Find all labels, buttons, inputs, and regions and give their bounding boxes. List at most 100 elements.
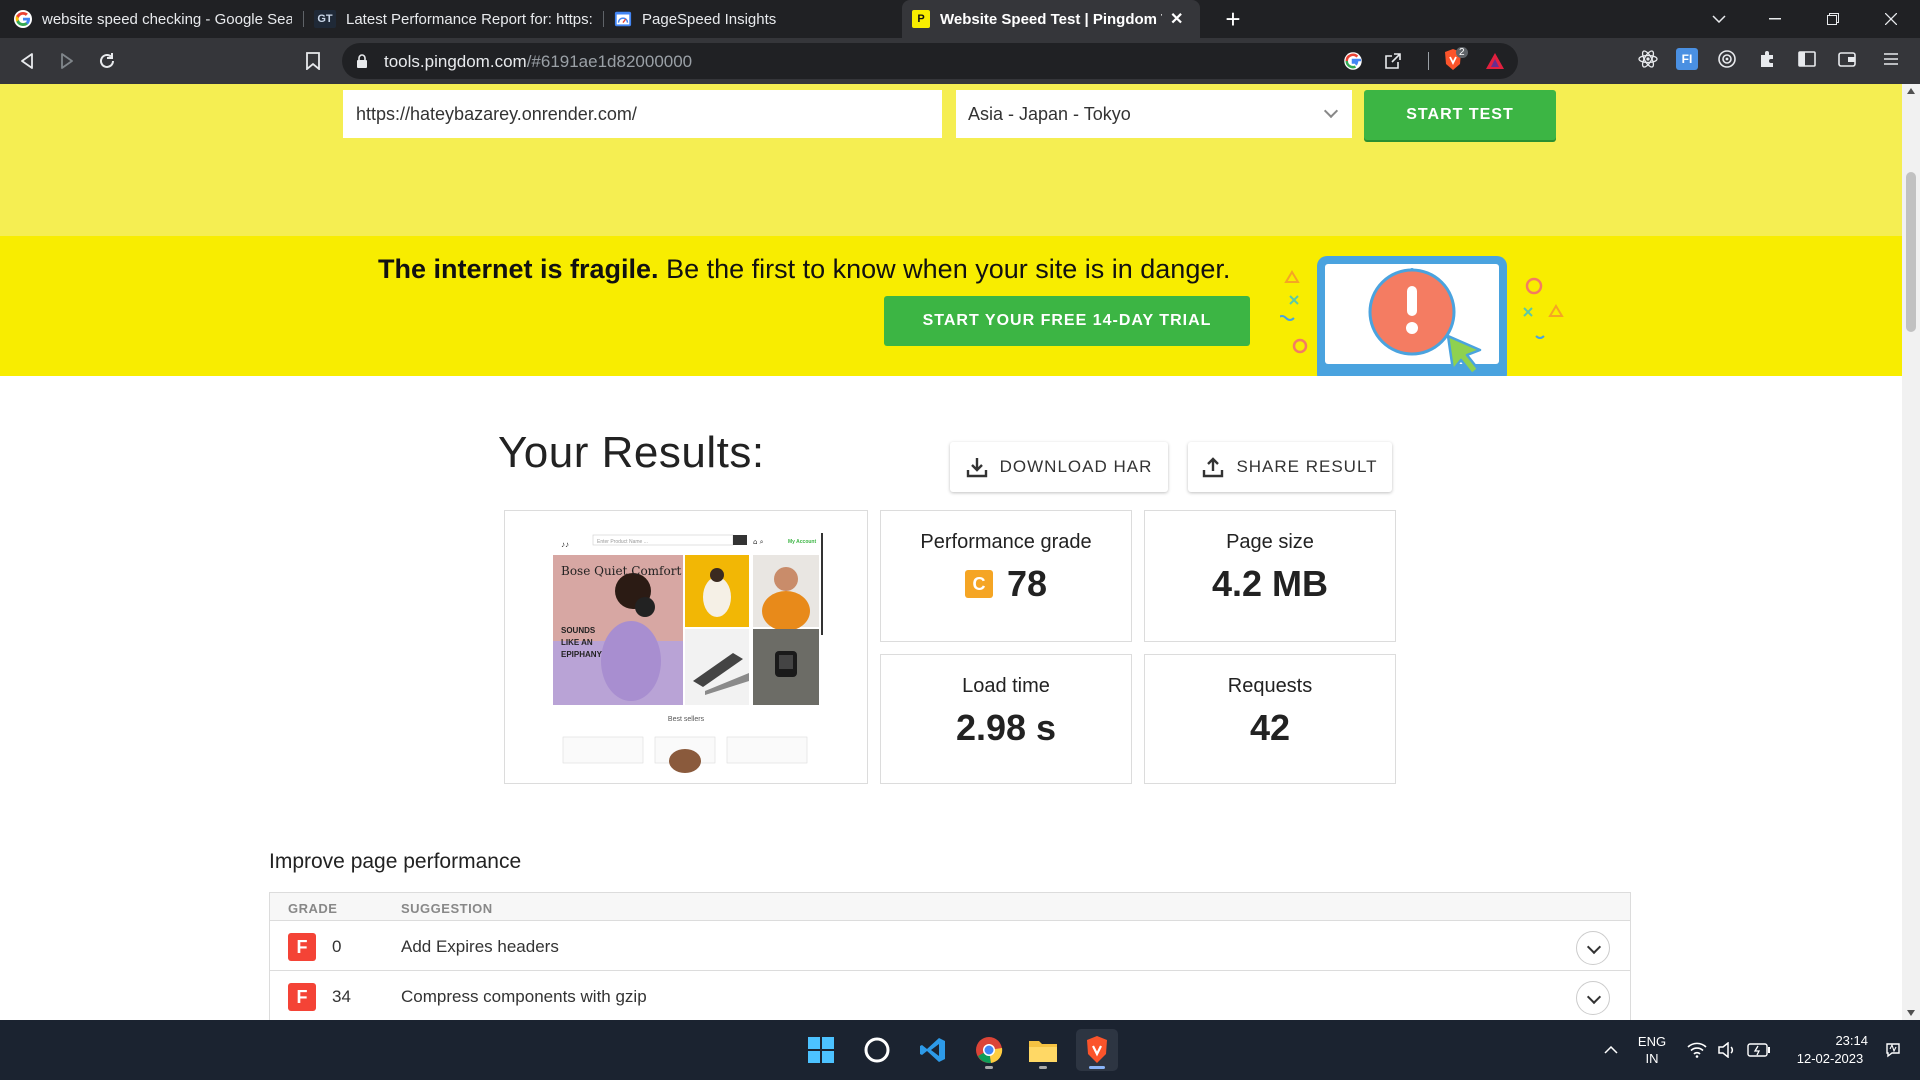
table-row[interactable]: F 34 Compress components with gzip: [270, 971, 1630, 1020]
brave-browser-icon[interactable]: [1076, 1029, 1118, 1071]
google-lens-icon[interactable]: [1342, 50, 1364, 72]
performance-grade-value: C 78: [881, 563, 1131, 605]
thumb-best-sellers: Best sellers: [668, 716, 705, 723]
clock[interactable]: 23:14 12-02-2023: [1784, 1020, 1876, 1080]
pagespeed-icon: [614, 10, 632, 28]
brave-shields-icon[interactable]: 2: [1442, 47, 1468, 71]
cortana-icon[interactable]: [856, 1029, 898, 1071]
menu-icon[interactable]: [1880, 48, 1902, 70]
tab-pagespeed[interactable]: PageSpeed Insights: [604, 0, 902, 38]
tab-gtmetrix[interactable]: GT Latest Performance Report for: https:…: [304, 0, 602, 38]
upload-icon: [1203, 457, 1224, 478]
table-header: GRADE SUGGESTION: [270, 893, 1630, 921]
download-har-button[interactable]: DOWNLOAD HAR: [950, 442, 1168, 492]
language-indicator[interactable]: ENG IN: [1630, 1020, 1674, 1080]
omnibox-divider: [1428, 52, 1429, 70]
chevron-down-icon: [1323, 103, 1339, 119]
reload-button[interactable]: [92, 46, 122, 76]
row-score: 0: [332, 937, 342, 956]
test-location-select[interactable]: Asia - Japan - Tokyo: [956, 90, 1352, 138]
free-trial-button[interactable]: START YOUR FREE 14-DAY TRIAL: [884, 296, 1250, 346]
clock-time: 23:14: [1835, 1033, 1868, 1048]
performance-grade-label: Performance grade: [920, 531, 1092, 553]
thumb-hero-title: Bose Quiet Comfort: [561, 564, 681, 578]
tab-title: website speed checking - Google Sear: [42, 10, 292, 28]
back-button[interactable]: [12, 46, 42, 76]
language-code: ENG: [1637, 1034, 1667, 1049]
promo-text: The internet is fragile. Be the first to…: [378, 254, 1230, 285]
load-time-label: Load time: [962, 675, 1050, 697]
shields-count-badge: 2: [1456, 47, 1468, 58]
promo-bold-text: The internet is fragile.: [378, 254, 659, 284]
extensions-puzzle-icon[interactable]: [1756, 48, 1778, 70]
address-bar[interactable]: tools.pingdom.com/#6191ae1d82000000 2: [342, 43, 1518, 79]
screen: website speed checking - Google Sear GT …: [0, 0, 1920, 1080]
page-screenshot-card: ♪♪ Enter Product Name ... ⌂ ⌕ My Account…: [504, 510, 868, 784]
bookmark-icon[interactable]: [298, 46, 328, 76]
volume-icon[interactable]: [1714, 1020, 1740, 1080]
vscode-icon[interactable]: [912, 1029, 954, 1071]
load-time-value: 2.98 s: [955, 707, 1057, 748]
close-tab-icon[interactable]: ✕: [1170, 9, 1183, 29]
restore-button[interactable]: [1810, 0, 1856, 38]
windows-taskbar: ENG IN 23:14 12-02-2023: [0, 1020, 1920, 1080]
table-row[interactable]: F 0 Add Expires headers: [270, 921, 1630, 971]
expand-chevron-icon[interactable]: [1576, 981, 1610, 1015]
target-extension-icon[interactable]: [1716, 48, 1738, 70]
scroll-up-arrow-icon[interactable]: [1907, 88, 1915, 94]
file-explorer-icon[interactable]: [1022, 1029, 1064, 1071]
active-indicator: [1089, 1066, 1105, 1069]
brave-rewards-icon[interactable]: [1484, 50, 1506, 72]
results-heading: Your Results:: [498, 428, 765, 477]
wallet-icon[interactable]: [1836, 48, 1858, 70]
start-menu-icon[interactable]: [800, 1029, 842, 1071]
svg-text:⌂ ⌕: ⌂ ⌕: [753, 538, 764, 546]
performance-grade-card: Performance grade C 78: [880, 510, 1132, 642]
scroll-down-arrow-icon[interactable]: [1907, 1010, 1915, 1016]
minimize-button[interactable]: [1752, 0, 1798, 38]
tab-title: Latest Performance Report for: https://: [346, 10, 592, 28]
close-window-button[interactable]: [1868, 0, 1914, 38]
sidebar-icon[interactable]: [1796, 48, 1818, 70]
row-grade-badge: F: [288, 983, 316, 1011]
new-tab-button[interactable]: +: [1218, 4, 1248, 34]
share-result-button[interactable]: SHARE RESULT: [1188, 442, 1392, 492]
start-test-button[interactable]: START TEST: [1364, 90, 1556, 140]
region-code: IN: [1645, 1051, 1659, 1066]
promo-rest-text: Be the first to know when your site is i…: [658, 254, 1231, 284]
suggestion-column-header: SUGGESTION: [401, 901, 493, 916]
lock-icon: [357, 54, 367, 68]
forward-button[interactable]: [52, 46, 82, 76]
extension-fi-icon[interactable]: FI: [1676, 48, 1698, 70]
speed-test-form: Asia - Japan - Tokyo START TEST: [0, 84, 1902, 236]
share-icon[interactable]: [1382, 50, 1404, 72]
expand-chevron-icon[interactable]: [1576, 931, 1610, 965]
requests-value: 42: [1249, 707, 1291, 748]
download-har-label: DOWNLOAD HAR: [999, 457, 1153, 476]
browser-tab-strip: website speed checking - Google Sear GT …: [0, 0, 1920, 38]
tab-title: Website Speed Test | Pingdom To: [940, 10, 1162, 28]
gtmetrix-icon: GT: [314, 10, 336, 28]
tab-search-chevron-icon[interactable]: [1696, 0, 1742, 38]
svg-text:EPIPHANY: EPIPHANY: [561, 650, 603, 659]
browser-toolbar: tools.pingdom.com/#6191ae1d82000000 2 FI: [0, 38, 1920, 84]
tray-overflow-chevron-icon[interactable]: [1596, 1020, 1626, 1080]
performance-score: 78: [1006, 563, 1048, 604]
page-size-value: 4.2 MB: [1211, 563, 1329, 604]
react-devtools-icon[interactable]: [1637, 48, 1659, 70]
battery-charging-icon[interactable]: [1744, 1020, 1774, 1080]
notifications-icon[interactable]: [1878, 1020, 1908, 1080]
chrome-icon[interactable]: [968, 1029, 1010, 1071]
page-scrollbar[interactable]: [1902, 84, 1920, 1020]
url-text[interactable]: tools.pingdom.com/#6191ae1d82000000: [384, 52, 692, 72]
grade-column-header: GRADE: [288, 901, 338, 916]
tab-google-search[interactable]: website speed checking - Google Sear: [4, 0, 302, 38]
thumb-search-text: Enter Product Name ...: [597, 539, 648, 545]
google-icon: [14, 10, 32, 28]
tab-pingdom[interactable]: P Website Speed Test | Pingdom To ✕: [902, 0, 1200, 38]
running-indicator: [985, 1066, 993, 1069]
load-time-card: Load time 2.98 s: [880, 654, 1132, 784]
url-input[interactable]: [343, 90, 942, 138]
scrollbar-thumb[interactable]: [1906, 172, 1916, 332]
wifi-icon[interactable]: [1684, 1020, 1710, 1080]
